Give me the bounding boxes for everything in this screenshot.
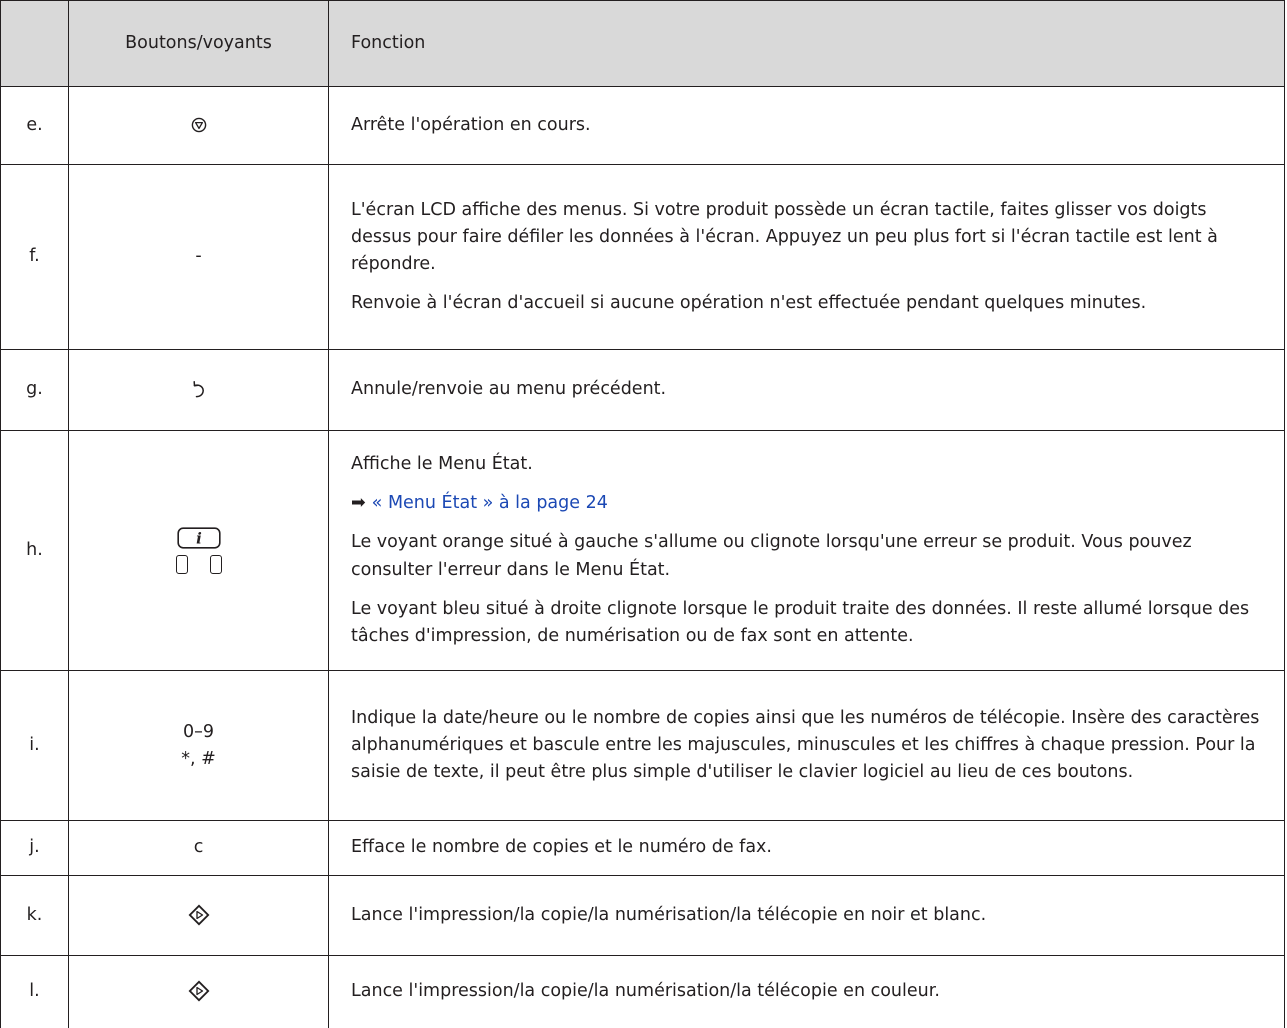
row-letter: g. xyxy=(0,349,69,431)
function-text: Indique la date/heure ou le nombre de co… xyxy=(351,707,1260,783)
table-header-row: Boutons/voyants Fonction xyxy=(0,0,1285,87)
row-button: c xyxy=(68,820,329,876)
table-row: l. Lance l'impression/la copie/la numéri… xyxy=(0,955,1285,1028)
row-letter: i. xyxy=(0,670,69,821)
row-letter: j. xyxy=(0,820,69,876)
function-table: Boutons/voyants Fonction e. Arrête l'opé… xyxy=(0,0,1285,1028)
table-row: f. - L'écran LCD affiche des menus. Si v… xyxy=(0,164,1285,350)
function-text: L'écran LCD affiche des menus. Si votre … xyxy=(351,199,1218,274)
header-buttons-lights: Boutons/voyants xyxy=(68,0,329,87)
row-button: - xyxy=(68,164,329,350)
row-function: Annule/renvoie au menu précédent. xyxy=(328,349,1285,431)
row-function: Indique la date/heure ou le nombre de co… xyxy=(328,670,1285,821)
row-button xyxy=(68,86,329,165)
table-row: e. Arrête l'opération en cours. xyxy=(0,86,1285,165)
info-button-icon: i xyxy=(176,527,221,549)
menu-etat-link[interactable]: « Menu État » à la page 24 xyxy=(372,493,608,513)
row-letter: k. xyxy=(0,875,69,956)
row-function: Efface le nombre de copies et le numéro … xyxy=(328,820,1285,876)
row-letter: f. xyxy=(0,164,69,350)
row-button: 0–9 *, # xyxy=(68,670,329,821)
function-text: Annule/renvoie au menu précédent. xyxy=(351,379,667,400)
svg-text:i: i xyxy=(196,530,202,548)
function-text: Lance l'impression/la copie/la numérisat… xyxy=(351,981,940,1002)
arrow-right-icon: ➡ xyxy=(351,493,366,514)
row-button xyxy=(68,875,329,956)
back-arrow-icon xyxy=(192,381,204,398)
status-lights xyxy=(175,555,222,574)
function-text: Lance l'impression/la copie/la numérisat… xyxy=(351,904,987,925)
symbol-keys-label: *, # xyxy=(181,748,216,769)
blue-light-icon xyxy=(209,555,222,574)
row-letter: e. xyxy=(0,86,69,165)
row-button xyxy=(68,955,329,1028)
row-function: Lance l'impression/la copie/la numérisat… xyxy=(328,955,1285,1028)
row-letter: l. xyxy=(0,955,69,1028)
button-text: - xyxy=(195,246,202,267)
table-row: i. 0–9 *, # Indique la date/heure ou le … xyxy=(0,670,1285,821)
function-text: Le voyant bleu situé à droite clignote l… xyxy=(351,598,1250,646)
header-function: Fonction xyxy=(328,0,1285,87)
row-function: Lance l'impression/la copie/la numérisat… xyxy=(328,875,1285,956)
orange-light-icon xyxy=(175,555,188,574)
function-text: Affiche le Menu État. xyxy=(351,454,533,475)
row-letter: h. xyxy=(0,430,69,671)
stop-icon xyxy=(191,117,206,133)
table-row: h. i Affiche le Menu État. ➡« Menu État xyxy=(0,430,1285,671)
row-function: Arrête l'opération en cours. xyxy=(328,86,1285,165)
function-text: Renvoie à l'écran d'accueil si aucune op… xyxy=(351,293,1147,314)
button-text: c xyxy=(193,837,204,858)
table-row: g. Annule/renvoie au menu précédent. xyxy=(0,349,1285,431)
function-text: Le voyant orange situé à gauche s'allume… xyxy=(351,532,1192,580)
row-function: Affiche le Menu État. ➡ « Menu État » à l… xyxy=(328,430,1285,671)
row-button xyxy=(68,349,329,431)
function-text: Arrête l'opération en cours. xyxy=(351,114,591,135)
table-row: k. Lance l'impression/la copie/la numéri… xyxy=(0,875,1285,956)
header-letter xyxy=(0,0,69,87)
row-function: L'écran LCD affiche des menus. Si votre … xyxy=(328,164,1285,350)
start-icon xyxy=(188,980,209,1002)
table-row: j. c Efface le nombre de copies et le nu… xyxy=(0,820,1285,876)
cross-reference: ➡ « Menu État » à la page 24 xyxy=(351,490,1270,517)
function-text: Efface le nombre de copies et le numéro … xyxy=(351,837,772,858)
numeric-keys-label: 0–9 xyxy=(182,722,215,743)
start-icon xyxy=(188,904,209,926)
row-button: i xyxy=(68,430,329,671)
